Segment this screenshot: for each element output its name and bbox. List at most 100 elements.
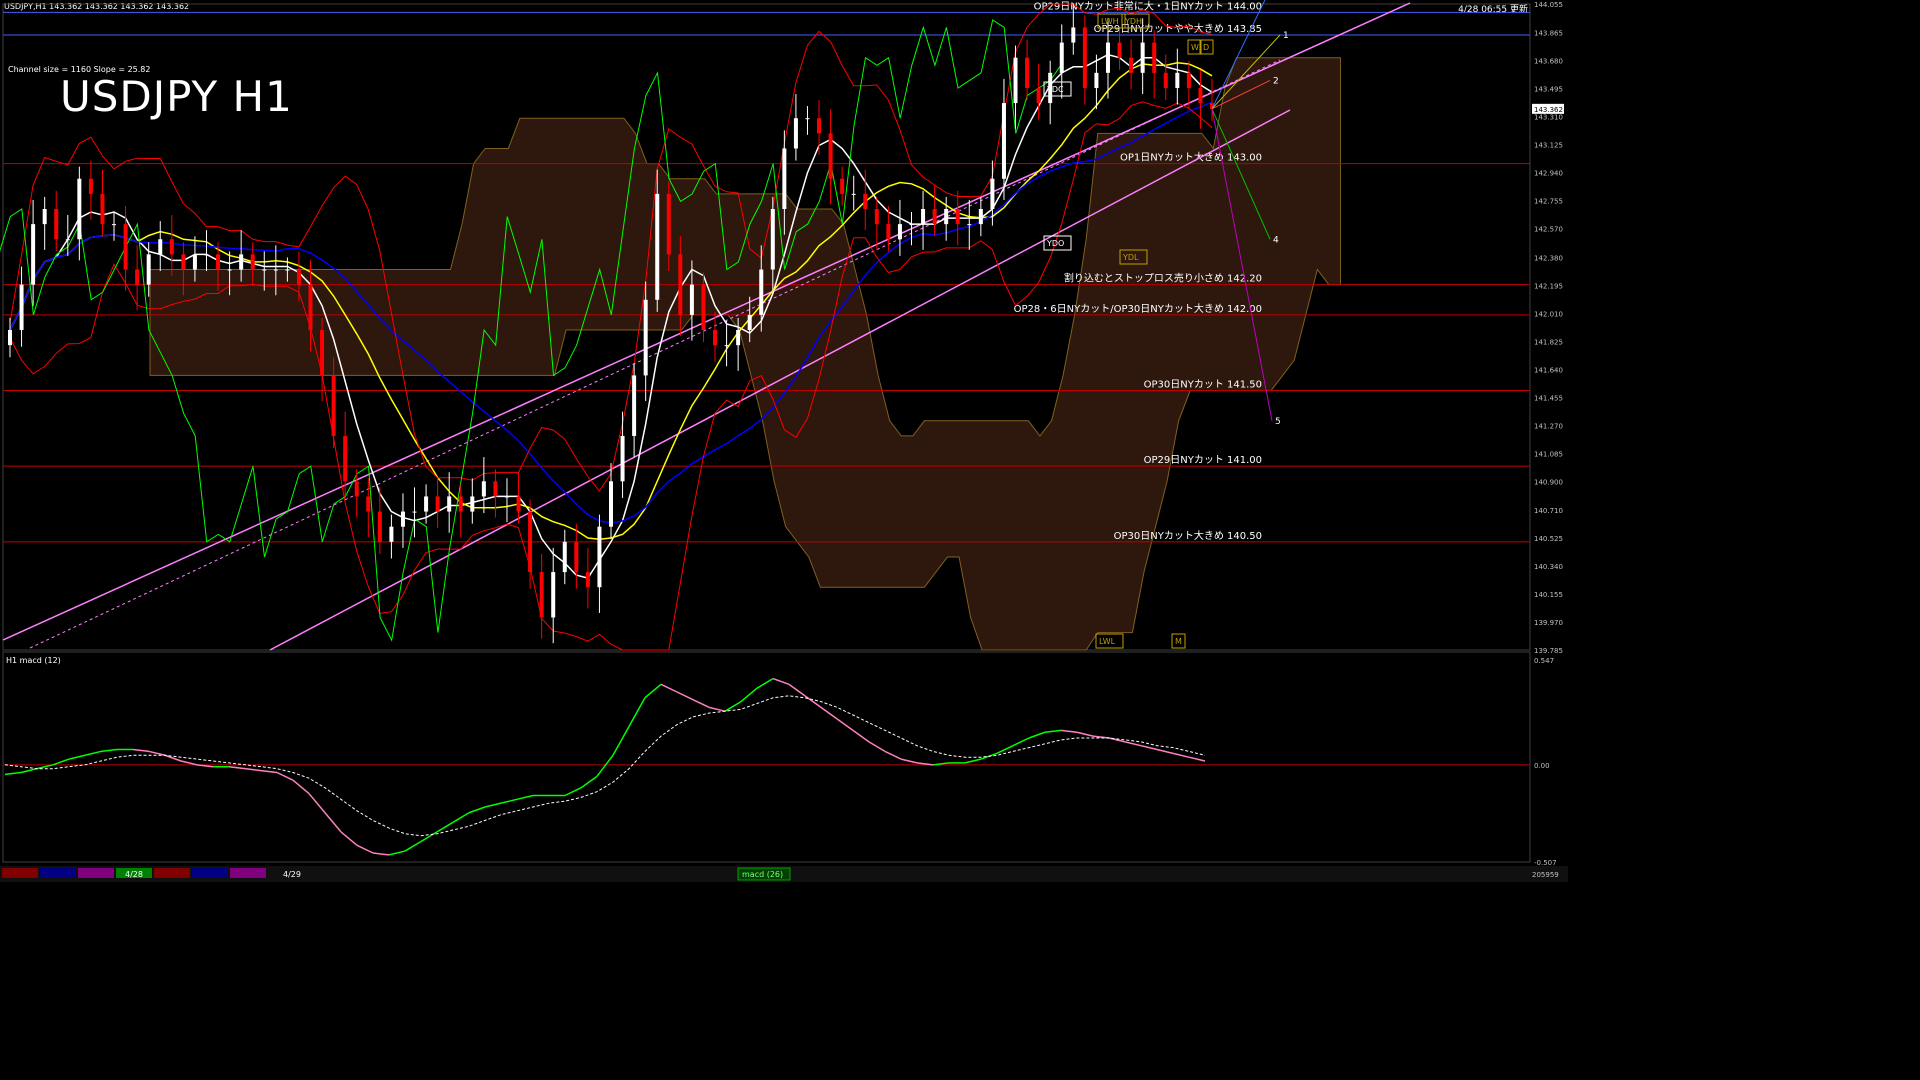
- macd-segment: [356, 844, 374, 854]
- marker-label: YDL: [1122, 253, 1139, 262]
- candle-body: [54, 208, 59, 240]
- candle-body: [1175, 72, 1180, 88]
- candle-body: [112, 224, 117, 226]
- macd-segment: [596, 754, 614, 777]
- level-label: OP28・6日NYカット/OP30日NYカット大きめ 142.00: [1014, 302, 1262, 315]
- candle-body: [262, 269, 267, 271]
- marker-label: LWH: [1101, 17, 1119, 26]
- macd-segment: [708, 706, 726, 712]
- candle-body: [8, 330, 12, 346]
- candle-body: [851, 193, 856, 195]
- macd-segment: [308, 793, 326, 814]
- candle-body: [817, 118, 822, 134]
- candle-body: [1036, 87, 1041, 104]
- date-color-block: [40, 868, 76, 878]
- macd-tick: -0.507: [1534, 859, 1557, 867]
- candle-body: [874, 208, 879, 225]
- candle-body: [192, 254, 197, 270]
- candle-body: [1198, 87, 1203, 104]
- macd-segment: [100, 748, 118, 753]
- macd-segment: [820, 706, 838, 720]
- macd-segment: [804, 695, 822, 708]
- candle-body: [1059, 42, 1064, 73]
- candle-body: [921, 208, 926, 225]
- macd-segment: [228, 766, 246, 770]
- macd-segment: [420, 831, 438, 843]
- macd-segment: [628, 697, 646, 727]
- price-tick: 142.755: [1534, 198, 1563, 206]
- macd-segment: [340, 831, 358, 846]
- candle-body: [320, 330, 325, 376]
- price-tick: 140.900: [1534, 478, 1563, 486]
- candle-body: [412, 511, 417, 513]
- date-color-block: [192, 868, 228, 878]
- macd-segment: [900, 758, 918, 764]
- candle-body: [216, 254, 221, 270]
- candle-body: [424, 496, 429, 512]
- candle-body: [77, 178, 82, 240]
- candle-body: [967, 224, 972, 226]
- candle-body: [493, 481, 498, 497]
- macd-segment: [388, 850, 406, 856]
- marker-label: YDC: [1046, 85, 1064, 94]
- scenario-label: 1: [1283, 31, 1289, 41]
- chart-canvas[interactable]: OP29日NYカット非常に大・1日NYカット 144.00 OP29日NYカットや…: [0, 0, 1568, 882]
- macd-segment: [484, 802, 502, 808]
- marker-label: W: [1191, 43, 1199, 52]
- candle-body: [539, 572, 544, 618]
- candle-body: [678, 254, 683, 315]
- scenario-label: 4: [1273, 235, 1279, 245]
- price-tick: 142.195: [1534, 282, 1563, 290]
- candle-body: [528, 511, 533, 573]
- price-tick: 140.155: [1534, 591, 1563, 599]
- price-tick: 141.455: [1534, 394, 1563, 402]
- scenario-label: 5: [1275, 417, 1281, 427]
- candle-body: [701, 284, 706, 331]
- macd-tick: 0.547: [1534, 657, 1554, 665]
- macd-segment: [756, 677, 774, 689]
- price-tick: 141.825: [1534, 338, 1563, 346]
- macd-segment: [1156, 748, 1174, 755]
- level-label: 割り込むとストップロス売り小さめ 142.20: [1064, 272, 1262, 285]
- macd-segment: [964, 758, 982, 764]
- bottom-number: 205959: [1532, 871, 1559, 879]
- macd-segment: [1124, 741, 1142, 747]
- price-tick: 143.125: [1534, 142, 1563, 150]
- price-tick: 142.010: [1534, 310, 1563, 318]
- candle-body: [273, 269, 278, 271]
- candle-body: [181, 254, 186, 270]
- macd-segment: [1076, 731, 1094, 737]
- macd-segment: [404, 840, 422, 852]
- macd-segment: [52, 758, 70, 766]
- level-label: OP30日NYカット大きめ 140.50: [1114, 529, 1262, 542]
- macd-segment: [1188, 756, 1206, 762]
- macd-segment: [244, 767, 262, 772]
- macd-segment: [868, 741, 886, 753]
- macd-segment: [660, 683, 678, 693]
- candle-body: [609, 481, 613, 527]
- candle-body: [296, 269, 301, 285]
- macd-segment: [836, 718, 854, 731]
- price-tick: 142.570: [1534, 226, 1563, 234]
- candle-body: [736, 330, 741, 346]
- date-marker: 4/29: [283, 870, 301, 879]
- candle-body: [724, 345, 729, 347]
- macd-segment: [260, 769, 278, 774]
- candle-body: [990, 178, 995, 209]
- candle-body: [19, 284, 24, 331]
- candle-body: [759, 269, 764, 315]
- price-tick: 142.940: [1534, 170, 1563, 178]
- candle-body: [643, 299, 648, 376]
- macd-segment: [612, 726, 630, 756]
- macd-segment: [84, 750, 102, 756]
- macd-segment: [772, 677, 790, 686]
- level-label: OP29日NYカット非常に大・1日NYカット 144.00: [1034, 0, 1262, 12]
- candle-body: [389, 526, 394, 542]
- candle-body: [574, 541, 579, 573]
- candle-body: [632, 375, 637, 436]
- macd-segment: [500, 798, 518, 804]
- price-tick: 139.970: [1534, 619, 1563, 627]
- candle-body: [343, 435, 348, 482]
- candle-body: [1082, 27, 1087, 88]
- candle-body: [458, 496, 463, 512]
